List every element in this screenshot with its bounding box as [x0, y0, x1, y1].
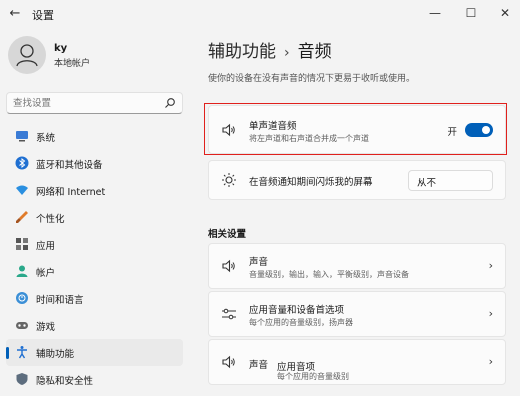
- sidebar-nav: 系统 蓝牙和其他设备 网络和 Internet 个性化 应用 帐户 时间和语言 …: [6, 123, 183, 393]
- sidebar-item-accounts[interactable]: 帐户: [6, 258, 183, 285]
- sidebar-item-network[interactable]: 网络和 Internet: [6, 177, 183, 204]
- wifi-icon: [16, 185, 28, 195]
- bluetooth-icon: [15, 156, 29, 170]
- account-type: 本地帐户: [54, 59, 91, 69]
- section-heading: 相关设置: [208, 229, 247, 240]
- apps-icon: [16, 238, 28, 250]
- related-item-subtitle: 音量级别，输出，输入，平衡级别，声音设备: [249, 270, 409, 279]
- person-icon: [16, 265, 28, 277]
- related-item-subtitle: 每个应用的音量级别: [277, 372, 349, 381]
- breadcrumb-separator: ›: [284, 45, 290, 61]
- user-name: ky: [54, 43, 68, 54]
- sidebar-item-label: 游戏: [36, 322, 56, 333]
- sidebar-item-personalization[interactable]: 个性化: [6, 204, 183, 231]
- sidebar-item-label: 系统: [36, 133, 56, 144]
- sidebar-item-system[interactable]: 系统: [6, 123, 183, 150]
- breadcrumb-parent[interactable]: 辅助功能: [208, 42, 276, 62]
- sidebar-item-apps[interactable]: 应用: [6, 231, 183, 258]
- sidebar-item-label: 隐私和安全性: [36, 376, 94, 387]
- chevron-right-icon: ›: [488, 307, 493, 320]
- related-app-volume-card[interactable]: 应用音量和设备首选项 每个应用的音量级别，扬声器 ›: [208, 291, 506, 337]
- maximize-button[interactable]: ☐: [454, 0, 488, 26]
- brush-icon: [16, 211, 28, 223]
- sidebar-item-label: 蓝牙和其他设备: [36, 160, 103, 171]
- gamepad-icon: [16, 322, 28, 329]
- chevron-right-icon: ›: [488, 259, 493, 272]
- close-button[interactable]: ✕: [488, 0, 520, 26]
- search-input[interactable]: [13, 96, 161, 110]
- sidebar-item-label: 个性化: [36, 214, 65, 225]
- breadcrumb: 辅助功能 › 音频: [208, 37, 332, 62]
- search-box[interactable]: [6, 92, 183, 114]
- sidebar-item-label: 帐户: [36, 268, 56, 279]
- sidebar-item-label: 应用: [36, 241, 56, 252]
- flash-screen-title: 在音频通知期间闪烁我的屏幕: [249, 177, 373, 188]
- related-app-sound-card[interactable]: 声音 应用音项 每个应用的音量级别 ›: [208, 339, 506, 385]
- avatar: [8, 36, 46, 74]
- title-bar: ← 设置 — ☐ ✕: [0, 0, 520, 28]
- related-item-subtitle: 每个应用的音量级别，扬声器: [249, 318, 353, 327]
- sidebar-item-label: 辅助功能: [36, 349, 75, 360]
- mixer-icon: [222, 308, 236, 320]
- shield-icon: [16, 373, 28, 385]
- chevron-down-icon: ⌄: [417, 175, 424, 184]
- search-icon[interactable]: [164, 97, 176, 109]
- speaker-icon: [222, 355, 235, 369]
- sidebar-item-gaming[interactable]: 游戏: [6, 312, 183, 339]
- active-indicator: [6, 347, 9, 359]
- flash-screen-card: 在音频通知期间闪烁我的屏幕 从不 ⌄: [208, 160, 506, 200]
- sidebar-item-privacy[interactable]: 隐私和安全性: [6, 366, 183, 393]
- back-arrow-icon[interactable]: ←: [6, 5, 24, 23]
- sidebar-item-bluetooth[interactable]: 蓝牙和其他设备: [6, 150, 183, 177]
- user-profile[interactable]: ky 本地帐户: [8, 36, 188, 76]
- sun-icon: [222, 173, 236, 187]
- related-item-title: 应用音量和设备首选项: [249, 305, 345, 316]
- person-icon: [16, 44, 38, 67]
- highlight-box: [204, 103, 507, 155]
- page-title: 音频: [297, 42, 332, 62]
- minimize-button[interactable]: —: [418, 0, 452, 26]
- sidebar-item-label: 时间和语言: [36, 295, 84, 306]
- related-item-title: 声音: [249, 360, 269, 371]
- window-title: 设置: [32, 9, 54, 22]
- monitor-icon: [16, 131, 28, 142]
- related-item-title: 声音: [249, 257, 269, 268]
- chevron-right-icon: ›: [488, 355, 493, 368]
- accessibility-icon: [17, 346, 27, 359]
- globe-clock-icon: [16, 292, 28, 304]
- speaker-icon: [222, 259, 235, 273]
- sidebar-item-accessibility[interactable]: 辅助功能: [6, 339, 183, 366]
- flash-screen-dropdown[interactable]: 从不 ⌄: [408, 170, 493, 191]
- sidebar-item-label: 网络和 Internet: [36, 187, 106, 198]
- related-sound-card[interactable]: 声音 音量级别，输出，输入，平衡级别，声音设备 ›: [208, 243, 506, 289]
- sidebar-item-time-language[interactable]: 时间和语言: [6, 285, 183, 312]
- page-description: 使你的设备在没有声音的情况下更易于收听或使用。: [208, 74, 416, 84]
